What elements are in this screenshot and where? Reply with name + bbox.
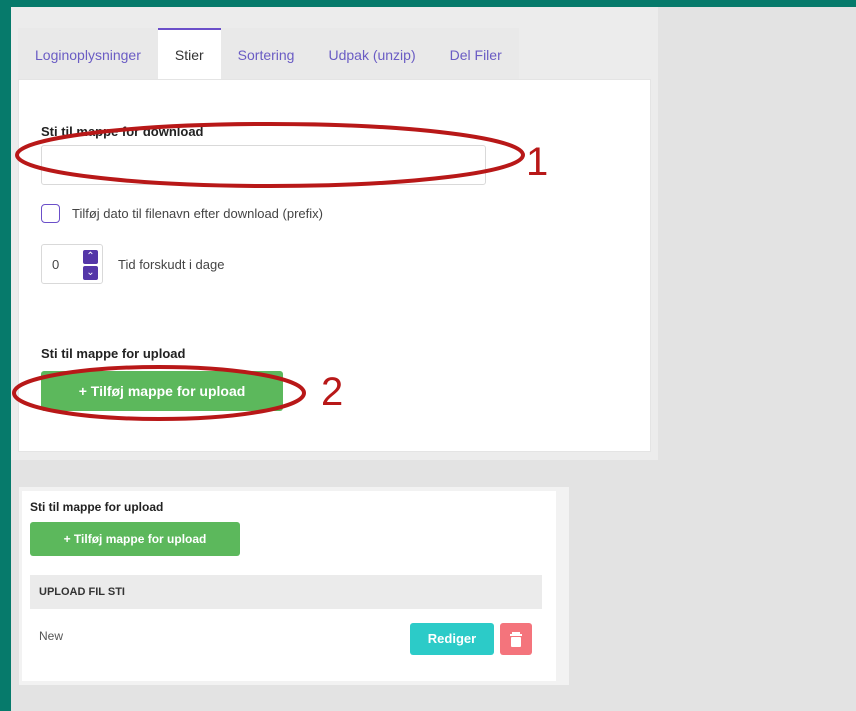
download-path-label: Sti til mappe for download	[41, 124, 204, 139]
download-path-input[interactable]	[41, 145, 486, 185]
table-header-upload-path: UPLOAD FIL STI	[30, 575, 542, 609]
prefix-date-checkbox[interactable]	[41, 204, 60, 223]
table-row: New Rediger	[30, 609, 542, 661]
tab-del-filer[interactable]: Del Filer	[432, 28, 519, 79]
chevron-down-icon: ⌄	[86, 267, 95, 278]
annotation-marker-1: 1	[526, 140, 549, 184]
upload-path-cell: New	[39, 629, 64, 643]
window-frame-top	[0, 0, 856, 7]
tab-udpak[interactable]: Udpak (unzip)	[311, 28, 433, 79]
stepper-down-button[interactable]: ⌄	[83, 266, 98, 280]
trash-icon	[510, 632, 522, 647]
prefix-date-label: Tilføj dato til filenavn efter download …	[72, 206, 323, 221]
stepper-up-button[interactable]: ⌃	[83, 250, 98, 264]
window-frame-left	[0, 0, 11, 711]
upload-path-label: Sti til mappe for upload	[41, 346, 186, 361]
settings-tabs: Loginoplysninger Stier Sortering Udpak (…	[18, 28, 519, 79]
tab-sortering[interactable]: Sortering	[220, 28, 312, 79]
tab-stier[interactable]: Stier	[157, 28, 221, 79]
days-offset-label: Tid forskudt i dage	[118, 257, 225, 272]
annotation-marker-2: 2	[321, 370, 344, 414]
upload-paths-panel: Sti til mappe for upload + Tilføj mappe …	[19, 487, 569, 685]
edit-button[interactable]: Rediger	[410, 623, 494, 655]
chevron-up-icon: ⌃	[86, 251, 95, 262]
add-upload-folder-button[interactable]: + Tilføj mappe for upload	[41, 371, 283, 411]
days-offset-stepper[interactable]: 0 ⌃ ⌄	[41, 244, 103, 284]
days-offset-value: 0	[52, 257, 60, 272]
add-upload-folder-button-2[interactable]: + Tilføj mappe for upload	[30, 522, 240, 556]
tab-loginoplysninger[interactable]: Loginoplysninger	[18, 28, 158, 79]
upload-path-label-2: Sti til mappe for upload	[30, 500, 164, 514]
upload-paths-card: Sti til mappe for upload + Tilføj mappe …	[22, 491, 556, 681]
delete-button[interactable]	[500, 623, 532, 655]
